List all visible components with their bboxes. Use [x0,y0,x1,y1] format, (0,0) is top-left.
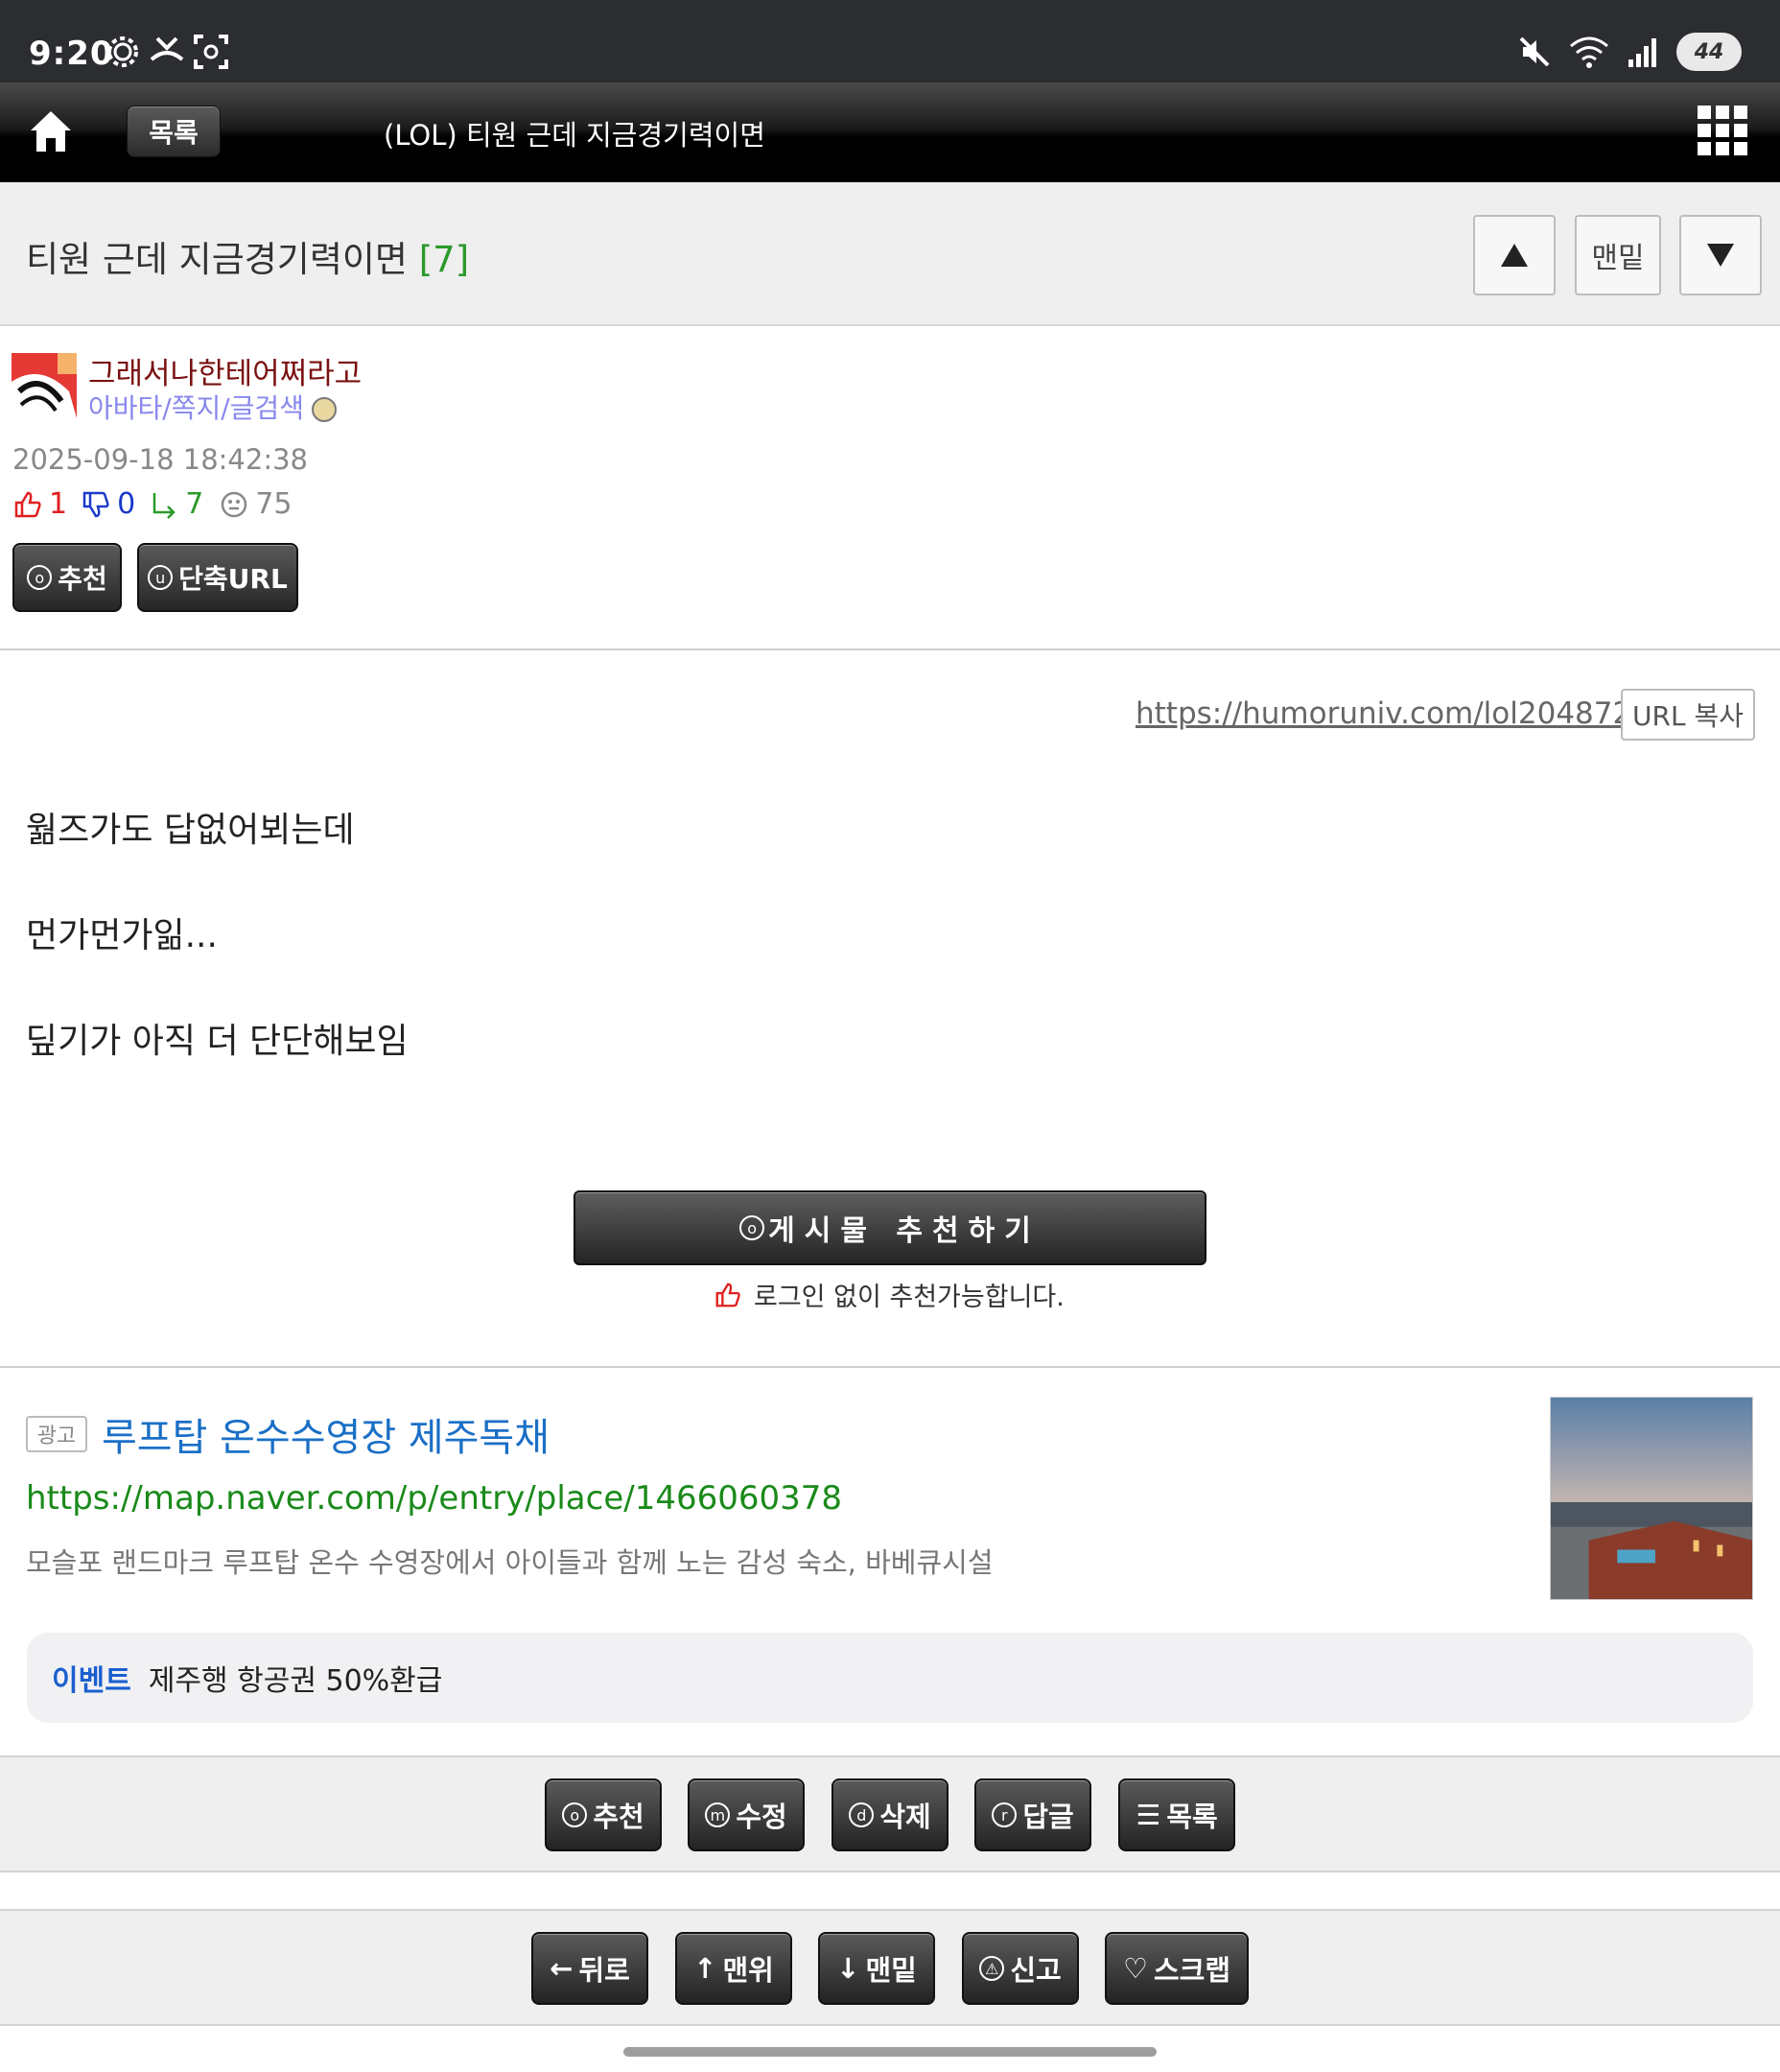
mute-icon [1519,36,1550,67]
post-title: 티원 근데 지금경기력이면 [7] [26,230,469,282]
ad-title[interactable]: 루프탑 온수수영장 제주독채 [102,1406,550,1462]
top-label: 맨위 [722,1954,774,1987]
edit-circle-icon: m [705,1802,731,1827]
report-label: 신고 [1010,1954,1062,1987]
reply-count: 7 [185,487,204,521]
post-title-bar: 티원 근데 지금경기력이면 [7] 맨밑 [0,182,1780,326]
thumbs-up-icon [14,491,41,517]
grid-menu-icon[interactable] [1698,106,1747,155]
short-url-button[interactable]: u 단축URL [137,543,298,612]
event-banner[interactable]: 이벤트 제주행 항공권 50%환급 [27,1633,1753,1723]
post-date: 2025-09-18 18:42:38 [12,443,308,476]
recommend-circle-icon: o [739,1215,765,1240]
bottom-nav-button[interactable]: ↓ 맨밑 [818,1932,935,2005]
scroll-up-button[interactable] [1473,215,1556,295]
scrap-button[interactable]: ♡ 스크랩 [1105,1932,1249,2005]
short-url-label: 단축URL [178,563,288,595]
left-arrow-icon: ← [550,1952,574,1985]
thumbs-up-icon [715,1283,740,1307]
signal-icon [1628,38,1656,67]
recommend-action-button[interactable]: o 추천 [545,1778,662,1851]
divider [0,1366,1780,1368]
status-right: 44 [1517,29,1742,75]
post-title-text: 티원 근데 지금경기력이면 [26,239,408,280]
home-indicator[interactable] [623,2047,1157,2057]
recommend-post-label: 게시물 추천하기 [768,1214,1041,1248]
delete-circle-icon: d [849,1802,875,1827]
nav-title: (LOL) 티원 근데 지금경기력이면 [384,119,765,152]
body-line: 웖즈가도 답없어뵈는데 [26,811,355,850]
back-label: 뒤로 [578,1954,630,1987]
url-circle-icon: u [148,565,174,590]
ad-url[interactable]: https://map.naver.com/p/entry/place/1466… [26,1479,842,1518]
post-stats: 1 0 7 75 [12,487,292,521]
recommend-note-text: 로그인 없이 추천가능합니다. [754,1283,1065,1312]
list-icon: ☰ [1136,1799,1161,1831]
views-face-icon [222,491,247,517]
top-button[interactable]: ↑ 맨위 [675,1932,792,2005]
ad-description: 모슬포 랜드마크 루프탑 온수 수영장에서 아이들과 함께 노는 감성 숙소, … [26,1546,994,1579]
status-bar: 9:20 44 [0,0,1780,82]
report-button[interactable]: ⚠ 신고 [962,1932,1079,2005]
scrap-label: 스크랩 [1153,1954,1231,1987]
delete-label: 삭제 [879,1801,931,1833]
list-button[interactable]: 목록 [127,106,221,157]
reply-circle-icon: r [992,1802,1018,1827]
navigation-toolbar: ← 뒤로 ↑ 맨위 ↓ 맨밑 ⚠ 신고 ♡ 스크랩 [0,1909,1780,2026]
dislike-count: 0 [117,487,136,521]
body-line: 먼가먼가읾... [26,916,218,955]
reply-arrow-icon [152,492,176,519]
status-time: 9:20 [29,35,114,73]
recommend-circle-icon: o [562,1802,588,1827]
wifi-icon [1570,36,1608,68]
ad-image[interactable] [1550,1397,1753,1600]
recommend-note: 로그인 없이 추천가능합니다. [714,1276,1065,1313]
reply-button[interactable]: r 답글 [974,1778,1091,1851]
thumbs-down-icon [82,491,109,517]
recommend-post-button[interactable]: o 게시물 추천하기 [574,1190,1206,1265]
report-circle-icon: ⚠ [979,1956,1005,1981]
bottom-label: 맨밑 [865,1954,917,1987]
reply-label: 답글 [1022,1801,1074,1833]
ad-tag: 광고 [26,1416,87,1452]
bottom-button[interactable]: 맨밑 [1575,215,1661,295]
post-url-link[interactable]: https://humoruniv.com/lol204872 [1136,696,1631,731]
avatar[interactable] [12,353,77,418]
post-action-toolbar: o 추천 m 수정 d 삭제 r 답글 ☰ 목록 [0,1755,1780,1872]
event-text: 제주행 항공권 50%환급 [148,1664,443,1698]
recommend-action-label: 추천 [593,1801,644,1833]
delete-button[interactable]: d 삭제 [831,1778,949,1851]
top-nav: 목록 (LOL) 티원 근데 지금경기력이면 [0,82,1780,182]
list-action-label: 목록 [1166,1801,1218,1833]
home-icon[interactable] [27,107,75,155]
back-button[interactable]: ← 뒤로 [531,1932,648,2005]
event-label: 이벤트 [52,1664,131,1698]
heart-icon: ♡ [1122,1952,1148,1985]
recommend-button[interactable]: o 추천 [12,543,122,612]
author-links[interactable]: 아바타/쪽지/글검색 [88,388,337,426]
up-arrow-icon: ↑ [693,1952,717,1985]
settings-gear-icon [107,36,138,67]
medal-icon [311,397,337,422]
edit-label: 수정 [736,1801,787,1833]
down-arrow-icon: ↓ [836,1952,860,1985]
edit-button[interactable]: m 수정 [688,1778,805,1851]
body-line: 딮기가 아직 더 단단해보임 [26,1022,409,1061]
battery-icon: 44 [1676,33,1742,71]
list-action-button[interactable]: ☰ 목록 [1118,1778,1235,1851]
scroll-down-button[interactable] [1679,215,1762,295]
down-triangle-icon [1707,244,1734,267]
screenshot-icon [194,35,228,69]
up-triangle-icon [1501,244,1528,267]
recommend-label: 추천 [58,563,107,595]
like-count: 1 [49,487,68,521]
author-links-text[interactable]: 아바타/쪽지/글검색 [88,392,304,424]
url-copy-button[interactable]: URL 복사 [1621,689,1755,741]
view-count: 75 [255,487,293,521]
divider [0,648,1780,650]
comment-count[interactable]: [7] [419,239,469,280]
missed-call-icon [150,36,184,61]
recommend-circle-icon: o [27,565,53,590]
author-name[interactable]: 그래서나한테어쩌라고 [88,349,362,392]
